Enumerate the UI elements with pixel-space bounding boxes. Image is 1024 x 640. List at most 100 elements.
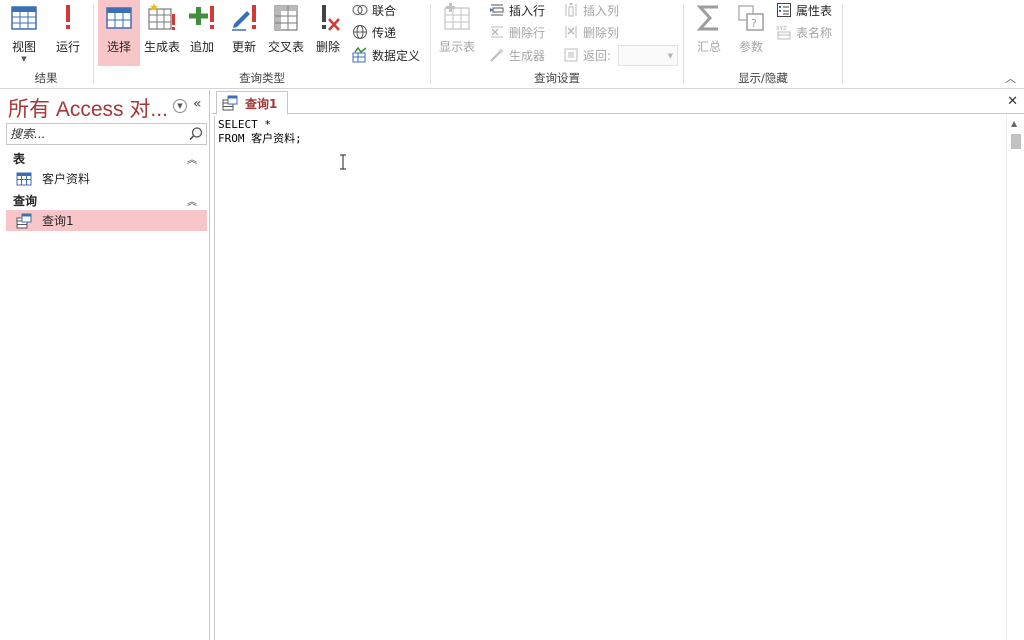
svg-text:XYZ: XYZ bbox=[776, 26, 787, 32]
table-icon bbox=[16, 171, 32, 187]
nav-menu-chevron-icon[interactable]: ▼ bbox=[173, 99, 187, 113]
document-tab-strip: 查询1 ✕ bbox=[212, 90, 1024, 115]
tab-label: 查询1 bbox=[245, 96, 278, 111]
return-setting: 返回: bbox=[563, 45, 611, 65]
nav-item-customer-table[interactable]: 客户资料 bbox=[6, 168, 207, 189]
group-show-hide-label: 显示/隐藏 bbox=[738, 71, 788, 85]
insert-columns-button[interactable]: 插入列 bbox=[563, 0, 619, 20]
delete-rows-button[interactable]: 删除行 bbox=[489, 22, 545, 42]
builder-button[interactable]: 生成器 bbox=[489, 45, 545, 65]
text-cursor-icon bbox=[339, 154, 347, 170]
collapse-ribbon-icon[interactable]: ︿ bbox=[1005, 70, 1016, 86]
property-sheet-button[interactable]: 属性表 bbox=[776, 0, 832, 20]
update-icon bbox=[228, 2, 260, 34]
crosstab-icon bbox=[270, 2, 302, 34]
navigation-pane: 所有 Access 对... ▼ « 表 ︽ 客户资料 查询 ︽ 查询1 bbox=[0, 90, 210, 640]
make-table-icon bbox=[146, 2, 178, 34]
delete-rows-icon bbox=[489, 24, 505, 40]
property-sheet-icon bbox=[776, 2, 792, 18]
view-button[interactable]: 视图 ▼ bbox=[4, 0, 44, 66]
pass-through-button[interactable]: 传递 bbox=[352, 22, 396, 42]
sql-editor[interactable]: SELECT * FROM 客户资料; bbox=[218, 118, 998, 633]
group-show-hide: 汇总 ? 参数 属性表 XYZ 表名称 显示/隐藏 bbox=[684, 0, 842, 89]
group-query-setup-label: 查询设置 bbox=[534, 71, 580, 85]
query-icon bbox=[222, 95, 238, 111]
delete-columns-icon bbox=[563, 24, 579, 40]
scroll-up-arrow-icon[interactable]: ▲ bbox=[1011, 119, 1017, 128]
append-icon bbox=[186, 2, 218, 34]
vertical-scrollbar[interactable]: ▲ bbox=[1006, 116, 1024, 640]
builder-label: 生成器 bbox=[509, 48, 546, 63]
pass-through-label: 传递 bbox=[372, 25, 397, 40]
svg-text:?: ? bbox=[751, 17, 757, 30]
delete-columns-button[interactable]: 删除列 bbox=[563, 22, 619, 42]
tab-query1[interactable]: 查询1 bbox=[216, 91, 288, 115]
delete-columns-label: 删除列 bbox=[583, 25, 620, 40]
parameters-button[interactable]: ? 参数 bbox=[732, 0, 770, 66]
nav-group-queries[interactable]: 查询 ︽ bbox=[6, 190, 207, 210]
scrollbar-thumb[interactable] bbox=[1011, 134, 1021, 149]
property-sheet-label: 属性表 bbox=[796, 3, 833, 18]
table-names-button[interactable]: XYZ 表名称 bbox=[776, 22, 832, 42]
sql-view: SELECT * FROM 客户资料; bbox=[214, 116, 1024, 640]
search-icon[interactable] bbox=[188, 126, 204, 142]
sigma-icon bbox=[693, 2, 725, 34]
insert-columns-label: 插入列 bbox=[583, 3, 620, 18]
return-combo[interactable]: ▼ bbox=[618, 45, 678, 66]
datasheet-view-icon bbox=[8, 2, 40, 34]
update-button[interactable]: 更新 bbox=[224, 0, 264, 66]
nav-item-query1[interactable]: 查询1 bbox=[6, 210, 207, 231]
close-document-icon[interactable]: ✕ bbox=[1007, 94, 1018, 109]
group-query-type-label: 查询类型 bbox=[239, 71, 285, 85]
data-definition-button[interactable]: 数据定义 bbox=[352, 45, 420, 65]
builder-icon bbox=[489, 47, 505, 63]
update-label: 更新 bbox=[231, 40, 256, 54]
nav-header[interactable]: 所有 Access 对... ▼ « bbox=[0, 90, 210, 122]
insert-columns-icon bbox=[563, 2, 579, 18]
view-label: 视图 bbox=[11, 40, 36, 54]
totals-button[interactable]: 汇总 bbox=[690, 0, 728, 66]
nav-search-input[interactable] bbox=[7, 124, 177, 144]
data-definition-label: 数据定义 bbox=[372, 48, 421, 63]
nav-group-label: 查询 bbox=[13, 193, 38, 208]
nav-item-label: 查询1 bbox=[42, 214, 74, 228]
make-table-button[interactable]: 生成表 bbox=[141, 0, 183, 66]
delete-query-icon bbox=[312, 2, 344, 34]
union-button[interactable]: 联合 bbox=[352, 0, 396, 20]
table-names-icon: XYZ bbox=[776, 24, 792, 40]
select-query-button[interactable]: 选择 bbox=[98, 0, 140, 66]
crosstab-label: 交叉表 bbox=[267, 40, 304, 54]
insert-rows-button[interactable]: 插入行 bbox=[489, 0, 545, 20]
delete-query-button[interactable]: 删除 bbox=[308, 0, 348, 66]
table-names-label: 表名称 bbox=[796, 25, 833, 40]
group-query-type: 选择 生成表 追加 更新 交叉表 删除 联合 传递 数据定义 查询类型 bbox=[94, 0, 430, 89]
delete-rows-label: 删除行 bbox=[509, 25, 546, 40]
nav-item-label: 客户资料 bbox=[42, 172, 91, 186]
return-icon bbox=[563, 47, 579, 63]
crosstab-button[interactable]: 交叉表 bbox=[265, 0, 307, 66]
select-query-label: 选择 bbox=[106, 40, 131, 54]
show-table-label: 显示表 bbox=[438, 40, 475, 54]
nav-search-box bbox=[6, 123, 207, 145]
show-table-button[interactable]: 显示表 bbox=[435, 0, 479, 66]
insert-rows-label: 插入行 bbox=[509, 3, 546, 18]
pass-through-icon bbox=[352, 24, 368, 40]
insert-rows-icon bbox=[489, 2, 505, 18]
nav-group-tables[interactable]: 表 ︽ bbox=[6, 148, 207, 168]
shutter-bar-collapse-icon[interactable]: « bbox=[193, 96, 202, 112]
make-table-label: 生成表 bbox=[143, 40, 180, 54]
append-label: 追加 bbox=[189, 40, 214, 54]
nav-group-label: 表 bbox=[13, 151, 26, 166]
group-results-label: 结果 bbox=[34, 71, 58, 85]
return-label: 返回: bbox=[583, 48, 612, 63]
parameters-icon: ? bbox=[735, 2, 767, 34]
show-table-icon bbox=[441, 2, 473, 34]
delete-query-label: 删除 bbox=[315, 40, 340, 54]
chevron-up-icon: ︽ bbox=[187, 155, 197, 166]
nav-title[interactable]: 所有 Access 对... bbox=[8, 93, 168, 123]
run-button[interactable]: 运行 bbox=[48, 0, 88, 66]
view-dropdown-caret-icon[interactable]: ▼ bbox=[21, 55, 26, 63]
chevron-down-icon: ▼ bbox=[667, 52, 673, 60]
select-query-icon bbox=[103, 2, 135, 34]
append-button[interactable]: 追加 bbox=[184, 0, 220, 66]
